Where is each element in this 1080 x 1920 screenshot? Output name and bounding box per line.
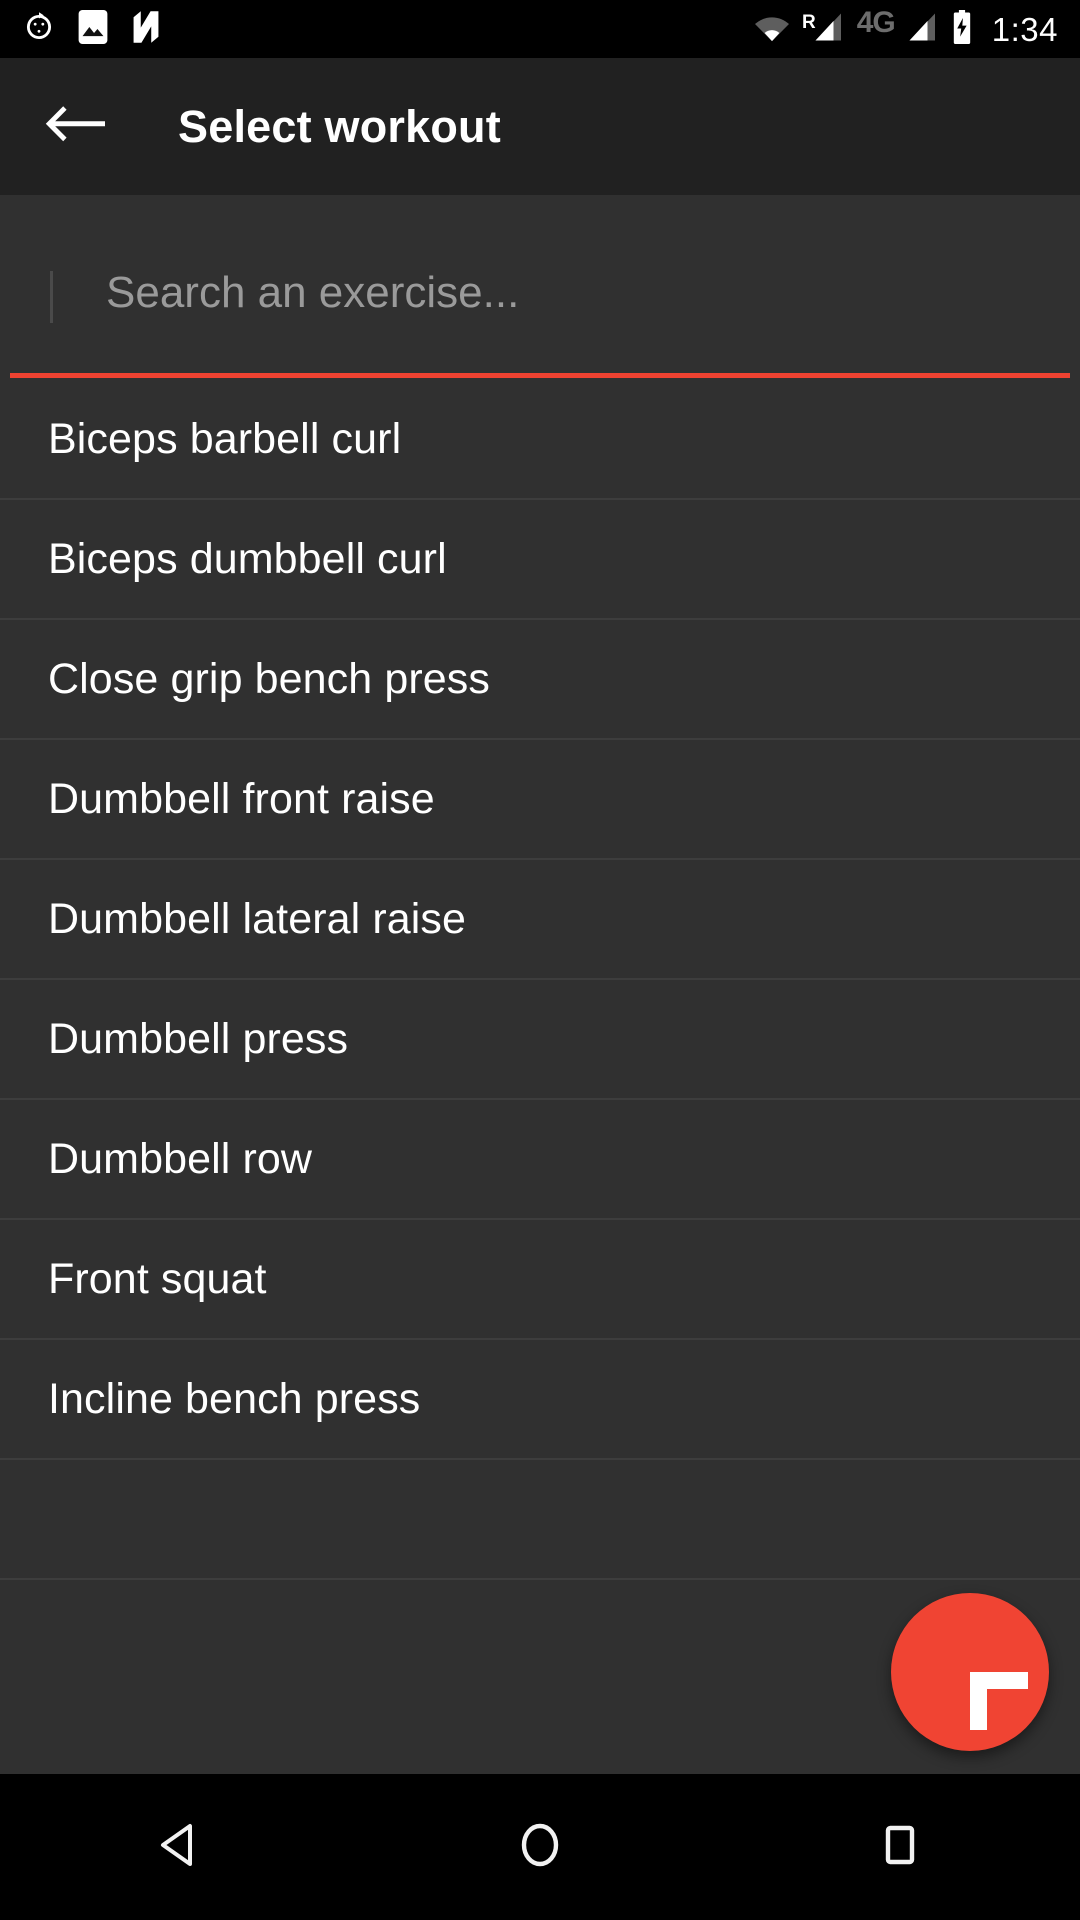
list-item[interactable]: Dumbbell lateral raise bbox=[0, 860, 1080, 980]
nav-recents-square-icon bbox=[872, 1817, 928, 1878]
list-item[interactable]: Close grip bench press bbox=[0, 620, 1080, 740]
android-screen: R 4G 1:34 Select workout Search an exerc… bbox=[0, 0, 1080, 1920]
list-item[interactable]: Incline bench press bbox=[0, 1340, 1080, 1460]
list-item-label: Dumbbell lateral raise bbox=[48, 894, 467, 943]
status-bar-notification-icons bbox=[22, 0, 162, 58]
system-navigation-bar bbox=[0, 1774, 1080, 1920]
exercise-list[interactable]: Biceps barbell curl Biceps dumbbell curl C… bbox=[0, 380, 1080, 1580]
nav-recents-button[interactable] bbox=[820, 1774, 980, 1920]
list-item-label: Close grip bench press bbox=[48, 654, 490, 703]
list-item[interactable]: Front squat bbox=[0, 1220, 1080, 1340]
list-item[interactable]: Dumbbell front raise bbox=[0, 740, 1080, 860]
back-button[interactable] bbox=[40, 92, 110, 162]
app-bar: Select workout bbox=[0, 58, 1080, 195]
photos-icon bbox=[78, 9, 108, 49]
list-item[interactable]: Biceps dumbbell curl bbox=[0, 500, 1080, 620]
status-bar: R 4G 1:34 bbox=[0, 0, 1080, 58]
roaming-indicator: R bbox=[802, 12, 844, 47]
list-item-label: Biceps barbell curl bbox=[48, 414, 402, 463]
list-item-label: Front squat bbox=[48, 1254, 267, 1303]
list-item[interactable]: Dumbbell press bbox=[0, 980, 1080, 1100]
status-bar-clock: 1:34 bbox=[991, 10, 1058, 48]
nova-launcher-icon bbox=[130, 10, 162, 49]
list-item[interactable]: Biceps barbell curl bbox=[0, 380, 1080, 500]
add-exercise-fab[interactable] bbox=[891, 1593, 1049, 1751]
content-area: Biceps barbell curl Biceps dumbbell curl C… bbox=[0, 195, 1080, 1774]
list-item-label: Dumbbell press bbox=[48, 1014, 349, 1063]
wifi-icon bbox=[755, 12, 789, 47]
page-title: Select workout bbox=[178, 100, 501, 152]
list-item[interactable] bbox=[0, 1460, 1080, 1580]
search-input[interactable] bbox=[106, 253, 1006, 333]
status-bar-system-icons: R 4G 1:34 bbox=[755, 0, 1058, 58]
list-item-label: Incline bench press bbox=[48, 1374, 421, 1423]
nav-home-circle-icon bbox=[512, 1817, 568, 1878]
cell-signal-icon bbox=[908, 12, 938, 47]
text-cursor bbox=[50, 271, 53, 323]
list-item[interactable]: Dumbbell row bbox=[0, 1100, 1080, 1220]
cell-signal-icon bbox=[814, 12, 844, 47]
list-item-label: Biceps dumbbell curl bbox=[48, 534, 447, 583]
battery-charging-icon bbox=[951, 9, 973, 49]
network-type-label: 4G bbox=[856, 6, 896, 39]
search-underline-accent bbox=[10, 373, 1070, 378]
alarm-timer-icon bbox=[22, 10, 56, 49]
nav-home-button[interactable] bbox=[460, 1774, 620, 1920]
search-field-container bbox=[0, 195, 1080, 378]
list-item-label: Dumbbell front raise bbox=[48, 774, 435, 823]
roaming-label: R bbox=[802, 11, 816, 33]
nav-back-triangle-icon bbox=[152, 1817, 208, 1878]
list-item-label: Dumbbell row bbox=[48, 1134, 313, 1183]
nav-back-button[interactable] bbox=[100, 1774, 260, 1920]
arrow-left-icon bbox=[44, 100, 106, 153]
